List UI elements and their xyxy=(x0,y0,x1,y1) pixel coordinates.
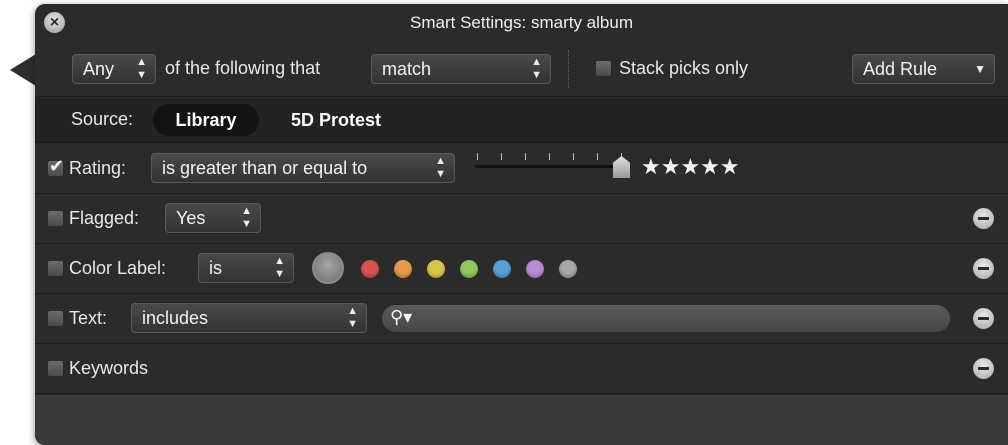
slider-tick xyxy=(477,153,478,160)
red-swatch[interactable] xyxy=(361,260,379,278)
match-mode-popup[interactable]: Any ▲ ▼ xyxy=(72,54,156,84)
rating-operator-value: is greater than or equal to xyxy=(162,158,368,178)
source-row: Source: Library 5D Protest xyxy=(35,98,1008,143)
title-bar: × Smart Settings: smarty album xyxy=(35,4,1008,42)
keywords-checkbox[interactable] xyxy=(47,360,64,377)
text-operator-popup[interactable]: includes ▲ ▼ xyxy=(131,303,367,333)
source-label: Source: xyxy=(71,109,134,129)
remove-rule-icon[interactable] xyxy=(973,208,994,229)
updown-arrows-icon: ▲ ▼ xyxy=(347,305,358,330)
text-label: Text: xyxy=(69,308,108,328)
orange-swatch[interactable] xyxy=(394,260,412,278)
color-label-checkbox[interactable] xyxy=(47,260,64,277)
text-operator-value: includes xyxy=(142,308,209,328)
rating-slider-track[interactable] xyxy=(475,165,621,168)
match-type-value: match xyxy=(382,59,432,79)
slider-tick xyxy=(501,153,502,160)
rule-row-text: Text: includes ▲ ▼ ⚲▾ xyxy=(35,294,1008,344)
gray-swatch[interactable] xyxy=(559,260,577,278)
keywords-label: Keywords xyxy=(69,358,149,378)
search-icon[interactable]: ⚲▾ xyxy=(390,307,412,328)
green-swatch[interactable] xyxy=(460,260,478,278)
remove-rule-icon[interactable] xyxy=(973,308,994,329)
rating-label: Rating: xyxy=(69,158,127,178)
rule-row-flagged: Flagged: Yes ▲ ▼ xyxy=(35,194,1008,244)
source-5d-protest-button[interactable]: 5D Protest xyxy=(291,104,381,136)
remove-rule-icon[interactable] xyxy=(973,258,994,279)
rule-row-keywords: Keywords xyxy=(35,344,1008,394)
color-label-operator-value: is xyxy=(209,258,222,278)
stack-picks-checkbox[interactable] xyxy=(595,60,612,77)
flagged-label: Flagged: xyxy=(69,208,140,228)
slider-tick xyxy=(573,153,574,160)
popover-pointer xyxy=(10,54,36,86)
match-type-popup[interactable]: match ▲ ▼ xyxy=(371,54,551,84)
smart-settings-hud: × Smart Settings: smarty album Any ▲ ▼ of… xyxy=(35,4,1008,445)
rule-row-rating: Rating: is greater than or equal to ▲▼ ★… xyxy=(35,144,1008,194)
color-label-operator-popup[interactable]: is ▲ ▼ xyxy=(198,253,294,283)
blue-swatch[interactable] xyxy=(493,260,511,278)
flagged-value-popup[interactable]: Yes ▲ ▼ xyxy=(165,203,261,233)
window-title: Smart Settings: smarty album xyxy=(410,13,633,32)
source-library-button[interactable]: Library xyxy=(153,104,259,136)
rating-slider-knob[interactable] xyxy=(613,156,630,178)
divider xyxy=(568,50,569,88)
rating-operator-popup[interactable]: is greater than or equal to ▲ ▼ xyxy=(151,153,455,183)
close-icon[interactable]: × xyxy=(44,12,65,33)
yellow-swatch[interactable] xyxy=(427,260,445,278)
add-rule-button[interactable]: Add Rule ▼ xyxy=(852,54,995,84)
criteria-middle-text: of the following that xyxy=(165,58,321,78)
purple-swatch[interactable] xyxy=(526,260,544,278)
criteria-row: Any ▲ ▼ of the following that match ▲ ▼ St… xyxy=(35,42,1008,97)
flagged-checkbox[interactable] xyxy=(47,210,64,227)
stack-picks-label: Stack picks only xyxy=(619,58,749,78)
slider-tick xyxy=(549,153,550,160)
slider-tick xyxy=(597,153,598,160)
rating-checkbox[interactable] xyxy=(47,156,64,177)
color-label-label: Color Label: xyxy=(69,258,167,278)
updown-arrows-icon: ▲ ▼ xyxy=(136,56,147,81)
rule-row-color-label: Color Label: is ▲ ▼ xyxy=(35,244,1008,294)
match-mode-value: Any xyxy=(83,59,115,79)
slider-tick xyxy=(525,153,526,160)
remove-rule-icon[interactable] xyxy=(973,358,994,379)
updown-arrows-icon: ▲ ▼ xyxy=(531,56,542,81)
updown-arrows-icon: ▲ ▼ xyxy=(241,205,252,230)
rating-stars: ★★★★★ xyxy=(641,154,740,179)
hud-footer xyxy=(35,395,1008,445)
updown-arrows-icon: ▲ ▼ xyxy=(435,155,446,180)
flagged-value: Yes xyxy=(176,208,206,228)
dropdown-triangle-icon: ▼ xyxy=(974,61,986,76)
add-rule-label: Add Rule xyxy=(863,59,938,79)
no-color-swatch[interactable] xyxy=(312,252,344,284)
text-search-input[interactable]: ⚲▾ xyxy=(381,304,951,333)
text-checkbox[interactable] xyxy=(47,310,64,327)
updown-arrows-icon: ▲ ▼ xyxy=(274,255,285,280)
